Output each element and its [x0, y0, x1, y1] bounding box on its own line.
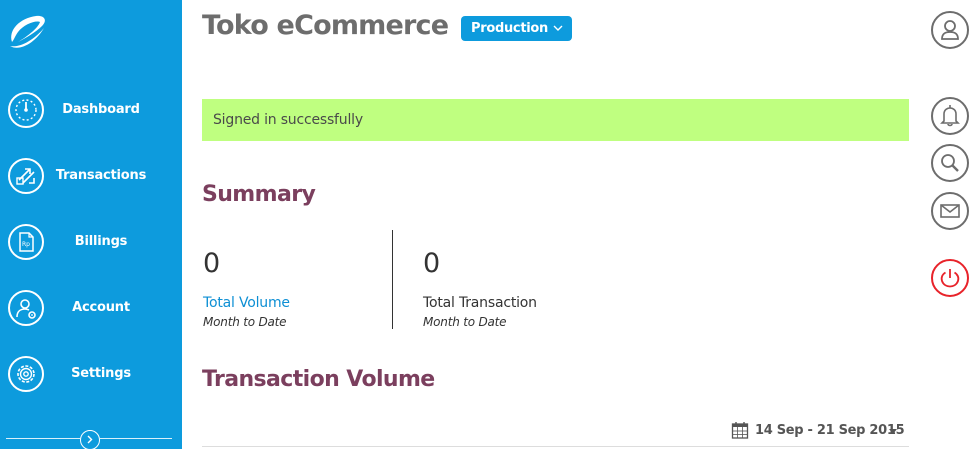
messages-button[interactable]	[931, 192, 969, 230]
sidebar-divider	[6, 438, 80, 439]
sidebar-item-transactions[interactable]: Transactions	[0, 150, 182, 206]
total-transaction-value: 0	[423, 248, 441, 279]
gauge-icon	[8, 92, 44, 128]
total-volume-value: 0	[203, 248, 221, 279]
search-icon	[941, 154, 959, 172]
user-profile-icon	[941, 20, 959, 40]
transaction-volume-heading: Transaction Volume	[202, 367, 435, 392]
rupiah-document-icon: Rp	[8, 224, 44, 260]
environment-select-value: Production	[471, 21, 548, 36]
chart-top-divider	[202, 446, 909, 447]
sidebar-item-settings[interactable]: Settings	[0, 348, 182, 404]
success-alert: Signed in successfully	[202, 99, 909, 141]
profile-button[interactable]	[931, 11, 969, 49]
stat-divider	[392, 230, 393, 329]
sidebar-item-account[interactable]: Account	[0, 282, 182, 338]
logout-button[interactable]	[931, 259, 969, 297]
power-icon	[940, 269, 960, 288]
exchange-arrows-icon	[8, 158, 44, 194]
sidebar: Dashboard Transactions Rp Billings Accou…	[0, 0, 182, 450]
sidebar-item-label: Billings	[74, 234, 128, 249]
sidebar-item-label: Settings	[71, 366, 131, 381]
search-button[interactable]	[931, 144, 969, 182]
sidebar-item-label: Dashboard	[62, 102, 140, 117]
total-transaction-period: Month to Date	[423, 315, 507, 329]
sidebar-collapse-button[interactable]	[80, 430, 100, 450]
brand-logo[interactable]	[6, 12, 48, 52]
sidebar-item-billings[interactable]: Rp Billings	[0, 216, 182, 272]
bell-icon	[940, 105, 960, 127]
gear-icon	[8, 356, 44, 392]
mail-icon	[940, 204, 960, 218]
date-range-picker[interactable]: 14 Sep - 21 Sep 2015	[731, 421, 905, 441]
svg-text:Rp: Rp	[22, 241, 30, 248]
date-range-value: 14 Sep - 21 Sep 2015	[755, 423, 905, 438]
caret-down-icon	[889, 429, 897, 434]
sidebar-item-label: Account	[72, 300, 130, 315]
chevron-right-icon	[87, 435, 93, 444]
summary-heading: Summary	[202, 182, 316, 207]
chevron-down-icon	[553, 25, 563, 31]
total-volume-period: Month to Date	[203, 315, 287, 329]
alert-message: Signed in successfully	[213, 112, 363, 128]
calendar-icon	[731, 422, 749, 439]
environment-select[interactable]: Production	[461, 16, 572, 41]
total-transaction-label: Total Transaction	[423, 295, 537, 311]
sidebar-divider	[100, 438, 172, 439]
app-title: Toko eCommerce	[202, 10, 449, 41]
notifications-button[interactable]	[931, 97, 969, 135]
user-gear-icon	[8, 290, 44, 326]
sidebar-item-dashboard[interactable]: Dashboard	[0, 84, 182, 140]
total-volume-link[interactable]: Total Volume	[203, 295, 290, 311]
sidebar-item-label: Transactions	[55, 168, 147, 183]
